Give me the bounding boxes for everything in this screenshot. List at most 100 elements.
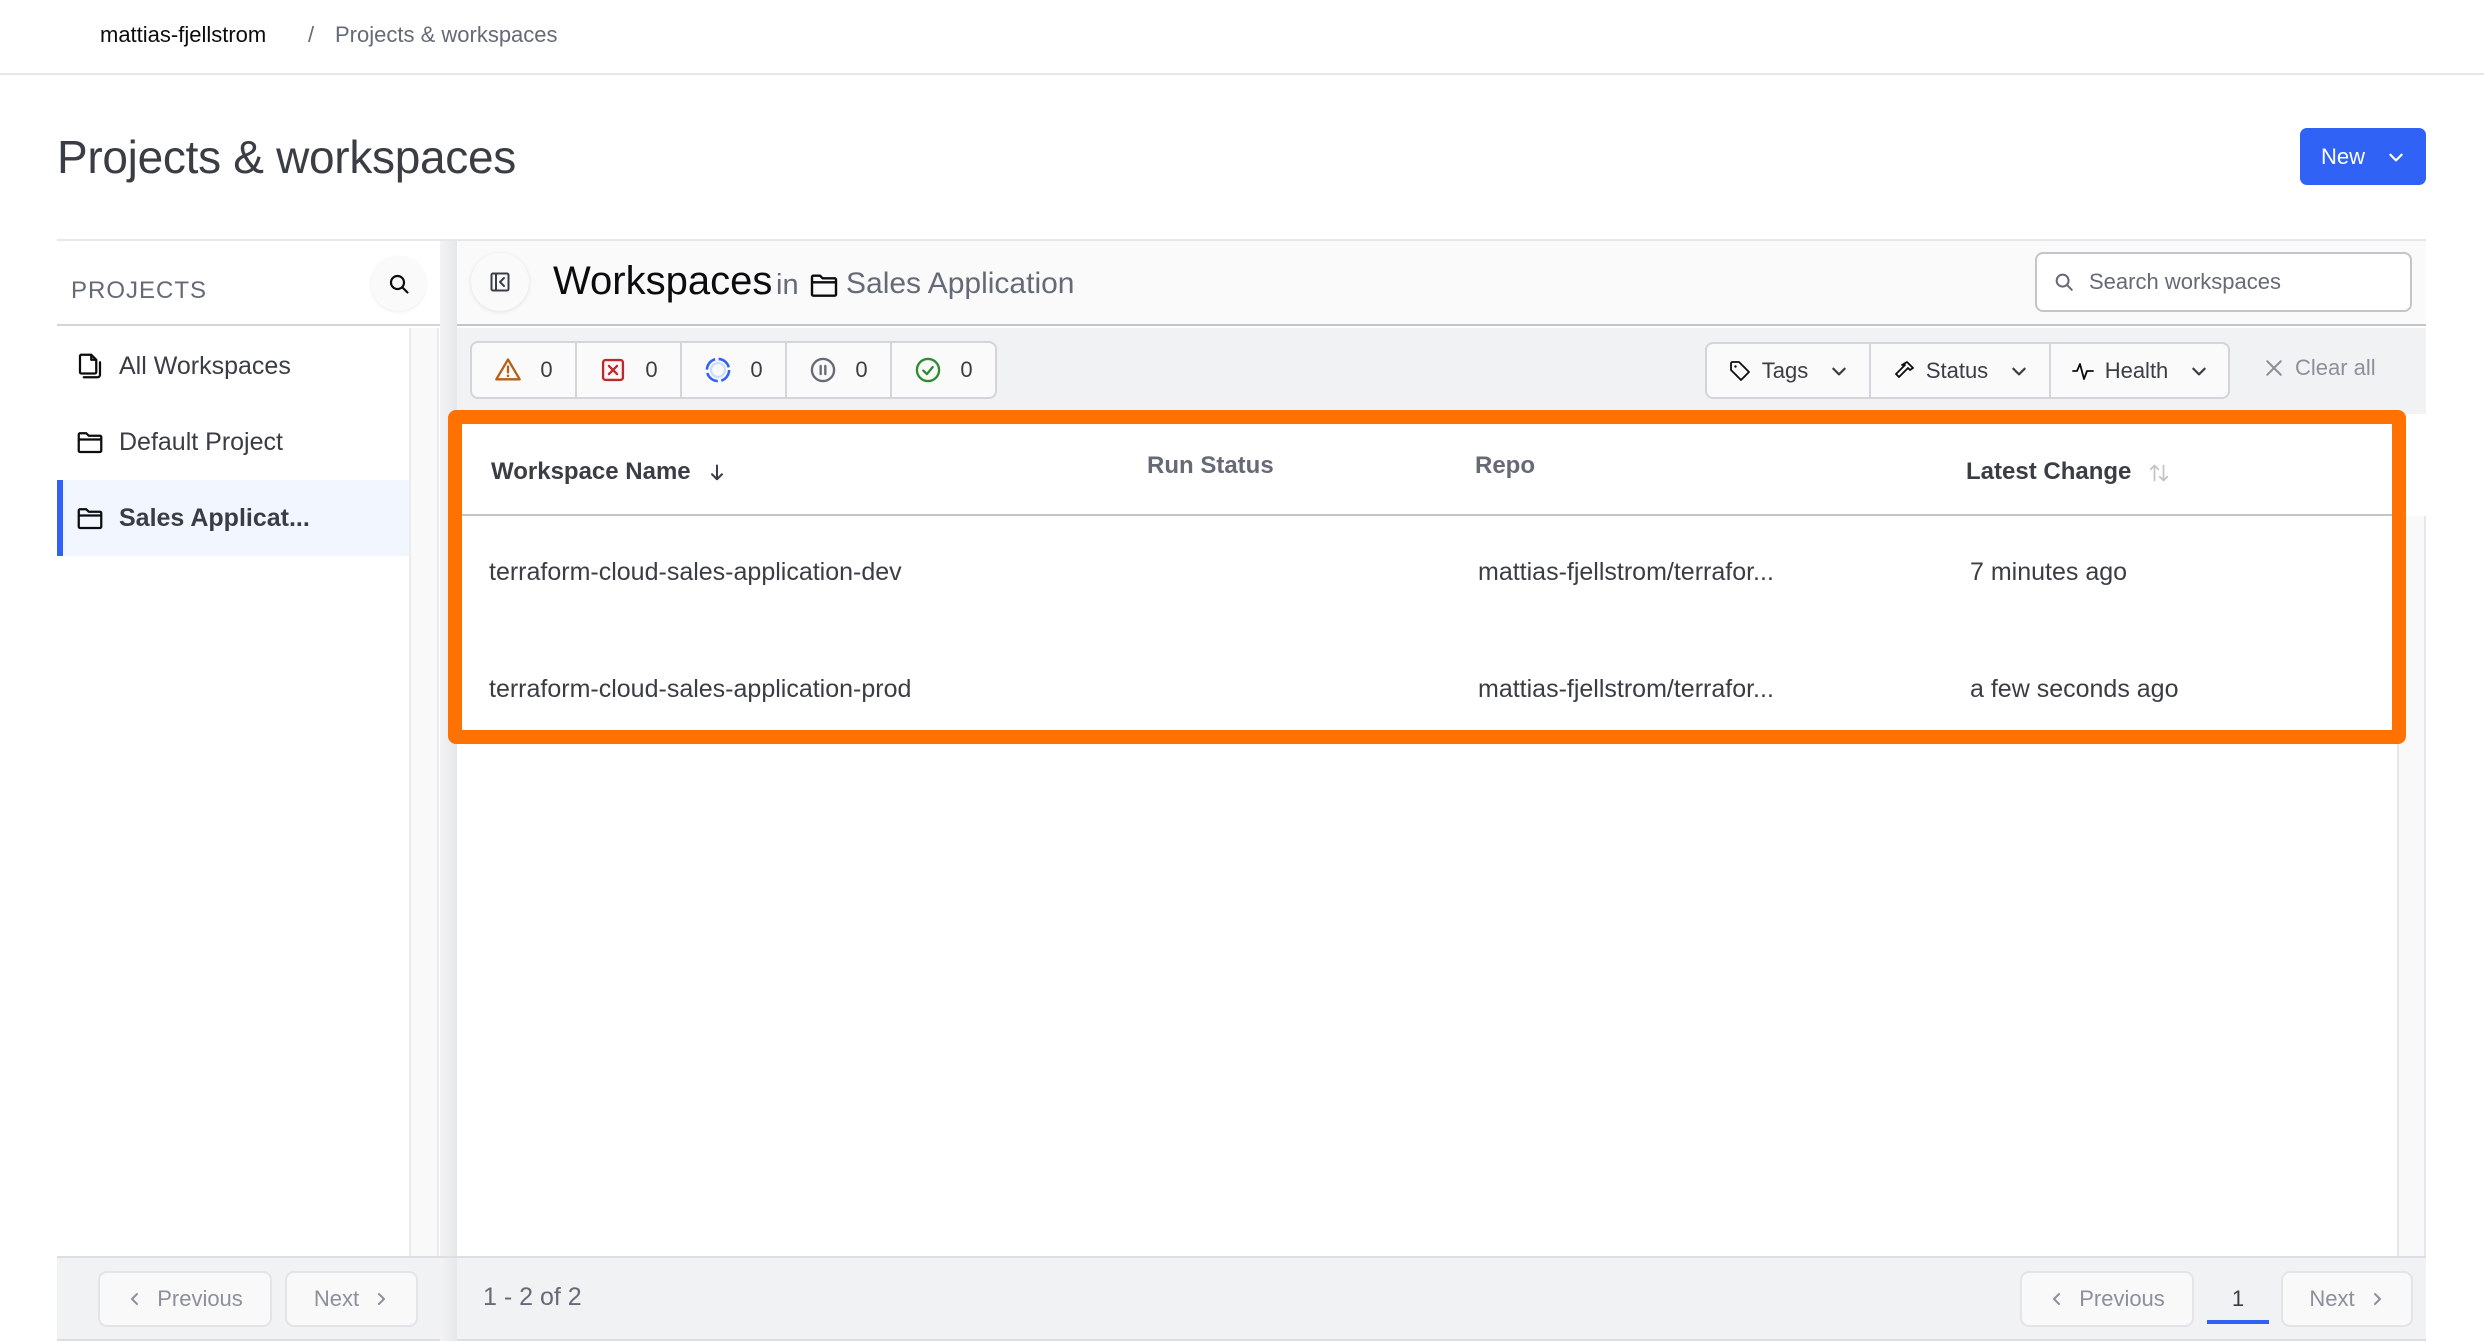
- project-name: Sales Application: [846, 267, 1075, 300]
- status-filter-dropdown[interactable]: Status: [1871, 344, 2051, 397]
- status-filter-paused[interactable]: 0: [787, 343, 892, 397]
- hammer-icon: [1894, 360, 1914, 378]
- page-title: Projects & workspaces: [57, 131, 516, 183]
- chevron-left-icon: [131, 1293, 139, 1305]
- workspace-search-input[interactable]: [2089, 269, 2389, 295]
- table-header: Workspace Name Run Status Repo Latest Ch…: [457, 424, 2397, 516]
- sidebar-item-default-project[interactable]: Default Project: [57, 404, 409, 480]
- warning-icon: [495, 358, 522, 381]
- page-number-current[interactable]: 1: [2207, 1280, 2269, 1324]
- previous-label: Previous: [2079, 1286, 2165, 1311]
- sidebar-item-sales-application[interactable]: Sales Applicat...: [57, 480, 409, 556]
- paused-count: 0: [855, 357, 868, 382]
- sidebar-heading: PROJECTS: [71, 277, 208, 304]
- arrow-down-icon: [710, 464, 723, 480]
- repo-link[interactable]: mattias-fjellstrom/terrafor...: [1478, 675, 1774, 704]
- folder-icon: [810, 274, 838, 297]
- column-header-run-status: Run Status: [1147, 452, 1274, 479]
- workspace-name-link[interactable]: terraform-cloud-sales-application-dev: [489, 558, 902, 587]
- health-filter-label: Health: [2104, 357, 2169, 383]
- table-row[interactable]: terraform-cloud-sales-application-prod m…: [457, 635, 2397, 752]
- chevron-right-icon: [378, 1293, 386, 1305]
- column-header-latest-change[interactable]: Latest Change: [1966, 458, 2171, 486]
- tag-icon: [1729, 360, 1750, 381]
- folder-icon: [77, 432, 103, 454]
- breadcrumb-separator: /: [308, 22, 315, 47]
- sidebar-item-label: Sales Applicat...: [119, 503, 310, 532]
- close-icon: [2266, 360, 2282, 376]
- success-count: 0: [960, 357, 973, 382]
- footer-divider: [440, 1258, 457, 1341]
- workspaces-title: Workspaces: [553, 259, 773, 303]
- status-filter-label: Status: [1925, 357, 1989, 383]
- column-label: Latest Change: [1966, 458, 2132, 485]
- collapse-sidebar-button[interactable]: [471, 253, 529, 311]
- running-icon: [706, 357, 731, 383]
- clear-all-filters-button[interactable]: Clear all: [2265, 355, 2376, 381]
- status-filter-warning[interactable]: 0: [472, 343, 577, 397]
- errored-count: 0: [645, 357, 658, 382]
- workspaces-panel: Workspaces in Sales Application 0 0 0: [457, 241, 2426, 1256]
- sidebar-scrollbar[interactable]: [409, 328, 439, 1256]
- files-icon: [78, 353, 102, 379]
- status-filter-success[interactable]: 0: [892, 343, 995, 397]
- projects-sidebar: PROJECTS All Workspaces Default Project …: [57, 241, 440, 1256]
- sort-icon: [2150, 464, 2169, 482]
- clear-all-label: Clear all: [2295, 355, 2376, 380]
- in-label: in: [776, 269, 799, 301]
- next-label: Next: [313, 1286, 360, 1311]
- panel-divider[interactable]: [440, 241, 457, 1341]
- sidebar-collapse-icon: [490, 272, 510, 292]
- project-search-button[interactable]: [371, 256, 426, 311]
- breadcrumb-org-link[interactable]: mattias-fjellstrom: [100, 22, 266, 48]
- warning-count: 0: [540, 357, 553, 382]
- column-label: Workspace Name: [491, 458, 691, 485]
- new-button-label: New: [2320, 143, 2365, 169]
- activity-icon: [2071, 362, 2094, 380]
- filter-dropdown-group: Tags Status Health: [1705, 342, 2230, 399]
- latest-change-cell: a few seconds ago: [1970, 675, 2179, 703]
- tags-filter-dropdown[interactable]: Tags: [1707, 344, 1871, 397]
- search-icon: [2055, 273, 2073, 291]
- sidebar-item-label: Default Project: [119, 427, 283, 456]
- sidebar-next-button[interactable]: Next: [285, 1271, 418, 1327]
- sidebar-item-all-workspaces[interactable]: All Workspaces: [57, 328, 409, 404]
- table-row[interactable]: terraform-cloud-sales-application-dev ma…: [457, 518, 2397, 635]
- workspaces-table: Workspace Name Run Status Repo Latest Ch…: [457, 414, 2397, 1256]
- filter-bar: 0 0 0 0 0 Tags Status Health Clear all: [457, 328, 2426, 414]
- sidebar-previous-button[interactable]: Previous: [98, 1271, 272, 1327]
- folder-icon: [77, 508, 103, 530]
- error-icon: [602, 358, 625, 382]
- breadcrumb-current: Projects & workspaces: [335, 22, 558, 47]
- pagination-summary: 1 - 2 of 2: [483, 1283, 582, 1311]
- column-header-repo: Repo: [1475, 452, 1535, 479]
- tags-filter-label: Tags: [1761, 357, 1809, 383]
- sidebar-item-label: All Workspaces: [119, 351, 291, 380]
- workspace-name-link[interactable]: terraform-cloud-sales-application-prod: [489, 675, 911, 704]
- workspace-search[interactable]: [2035, 252, 2412, 312]
- running-count: 0: [750, 357, 763, 382]
- chevron-down-icon: [2389, 153, 2403, 161]
- next-label: Next: [2309, 1286, 2355, 1311]
- column-header-workspace-name[interactable]: Workspace Name: [491, 458, 727, 486]
- chevron-down-icon: [2012, 367, 2026, 375]
- check-circle-icon: [916, 357, 941, 383]
- latest-change-cell: 7 minutes ago: [1970, 558, 2128, 586]
- chevron-right-icon: [2373, 1293, 2381, 1305]
- chevron-down-icon: [1832, 367, 1846, 375]
- table-scrollbar[interactable]: [2397, 516, 2426, 1256]
- health-filter-dropdown[interactable]: Health: [2051, 344, 2228, 397]
- next-page-button[interactable]: Next: [2281, 1271, 2413, 1327]
- pause-icon: [811, 357, 836, 383]
- status-filter-running[interactable]: 0: [682, 343, 787, 397]
- top-bar: mattias-fjellstrom / Projects & workspac…: [0, 0, 2484, 75]
- previous-label: Previous: [157, 1286, 243, 1311]
- status-count-group: 0 0 0 0 0: [470, 341, 997, 399]
- sidebar-header: PROJECTS: [57, 241, 440, 326]
- repo-link[interactable]: mattias-fjellstrom/terrafor...: [1478, 558, 1774, 587]
- status-filter-errored[interactable]: 0: [577, 343, 682, 397]
- chevron-left-icon: [2053, 1293, 2061, 1305]
- previous-page-button[interactable]: Previous: [2020, 1271, 2194, 1327]
- chevron-down-icon: [2192, 367, 2207, 375]
- new-button[interactable]: New: [2300, 128, 2426, 185]
